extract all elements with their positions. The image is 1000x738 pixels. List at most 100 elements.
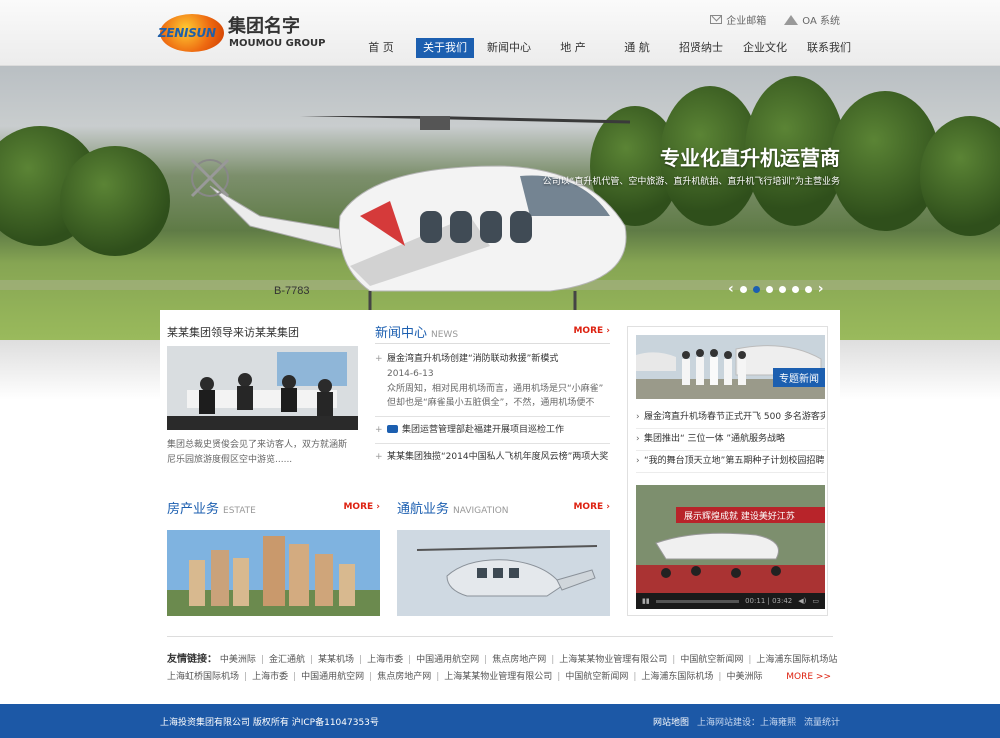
friendly-link[interactable]: 金汇通航 bbox=[269, 655, 305, 665]
friendly-link[interactable]: 某某机场 bbox=[318, 655, 354, 665]
nav-about[interactable]: 关于我们 bbox=[416, 38, 474, 58]
topic-news-photo[interactable]: 专题新闻 bbox=[636, 335, 825, 399]
topic-news-list: 履金湾直升机场春节正式开飞 500 多名游客实 集团推出“ 三位一体 ”通航服务… bbox=[636, 407, 825, 473]
friendly-link[interactable]: 上海浦东国际机场站 bbox=[756, 655, 837, 665]
buildings-image bbox=[167, 530, 380, 616]
estate-photo[interactable] bbox=[167, 530, 380, 616]
banner-title: 专业化直升机运营商 bbox=[660, 146, 840, 170]
friendly-link[interactable]: 焦点房地产网 bbox=[377, 672, 431, 682]
links-more-link[interactable]: MORE >> bbox=[786, 672, 831, 682]
friendly-link[interactable]: 中美洲际 bbox=[220, 655, 256, 665]
traffic-stats-link[interactable]: 流量统计 bbox=[804, 715, 840, 728]
sitemap-link[interactable]: 网站地图 bbox=[653, 715, 689, 728]
link-separator: | bbox=[244, 672, 248, 682]
topic-news-item[interactable]: 履金湾直升机场春节正式开飞 500 多名游客实 bbox=[636, 407, 825, 429]
video-player[interactable]: 展示辉煌成就 建设美好江苏 ▮▮ 00:11 | 03:42 ◀) ▭ bbox=[636, 485, 825, 609]
link-separator: | bbox=[309, 655, 313, 665]
aviation-section: 通航业务 NAVIGATION MORE › bbox=[397, 498, 610, 616]
company-name-en: MOUMOU GROUP bbox=[229, 38, 326, 49]
friendly-link[interactable]: 上海虹桥国际机场 bbox=[167, 672, 239, 682]
friendly-link[interactable]: 中美洲际 bbox=[726, 672, 762, 682]
friendly-link[interactable]: 上海市委 bbox=[367, 655, 403, 665]
footer-links: 网站地图 上海网站建设：上海雍熙 流量统计 bbox=[653, 715, 840, 728]
mail-icon bbox=[710, 15, 723, 24]
topic-news-item[interactable]: “我的舞台顶天立地”第五期种子计划校园招聘 bbox=[636, 451, 825, 473]
aviation-photo[interactable] bbox=[397, 530, 610, 616]
banner-subtitle: 公司以“直升机代管、空中旅游、直升机航拍、直升机飞行培训”为主营业务 bbox=[542, 177, 840, 187]
volume-icon[interactable]: ◀) bbox=[798, 597, 806, 605]
video-frame-image: 展示辉煌成就 建设美好江苏 bbox=[636, 485, 825, 593]
friendly-link[interactable]: 上海某某物业管理有限公司 bbox=[444, 672, 552, 682]
lead-story-title[interactable]: 某某集团领导来访某某集团 bbox=[167, 324, 299, 340]
news-featured-title[interactable]: 履金湾直升机场创建“消防联动救援”新模式 bbox=[375, 352, 610, 366]
crew-photo-image bbox=[636, 335, 825, 399]
slide-dot[interactable] bbox=[791, 285, 799, 293]
registration-mark: B-7783 bbox=[274, 285, 309, 297]
slide-dot-active[interactable] bbox=[752, 285, 760, 293]
link-separator: | bbox=[484, 655, 488, 665]
slide-dot[interactable] bbox=[778, 285, 786, 293]
estate-section-header: 房产业务 ESTATE MORE › bbox=[167, 498, 380, 520]
friendly-link[interactable]: 中国通用航空网 bbox=[416, 655, 479, 665]
company-name-cn: 集团名字 bbox=[228, 16, 300, 37]
header: ZENISUN 集团名字 MOUMOU GROUP 企业邮箱 OA 系统 首 页… bbox=[0, 0, 1000, 66]
nav-aviation[interactable]: 通 航 bbox=[608, 38, 666, 58]
link-separator: | bbox=[633, 672, 637, 682]
link-separator: | bbox=[718, 672, 722, 682]
news-title: 新闻中心 bbox=[375, 326, 428, 341]
site-builder-link[interactable]: 上海网站建设：上海雍熙 bbox=[697, 715, 796, 728]
slide-controls: ‹ › bbox=[728, 282, 824, 296]
oa-system-link[interactable]: OA 系统 bbox=[784, 12, 840, 27]
friendly-link[interactable]: 焦点房地产网 bbox=[492, 655, 546, 665]
estate-title-en: ESTATE bbox=[223, 506, 256, 516]
nav-contact[interactable]: 联系我们 bbox=[800, 38, 858, 58]
nav-culture[interactable]: 企业文化 bbox=[736, 38, 794, 58]
nav-news[interactable]: 新闻中心 bbox=[480, 38, 538, 58]
aviation-more-label: MORE bbox=[573, 502, 604, 512]
links-row: 上海虹桥国际机场 | 上海市委 | 中国通用航空网 | 焦点房地产网 | 上海某某物业管理有限公… bbox=[167, 669, 833, 686]
news-list-item[interactable]: 某某集团独揽“2014中国私人飞机年度风云榜”两项大奖 bbox=[375, 450, 610, 464]
link-separator: | bbox=[260, 655, 264, 665]
topic-news-item[interactable]: 集团推出“ 三位一体 ”通航服务战略 bbox=[636, 429, 825, 451]
chevron-left-icon[interactable]: ‹ bbox=[728, 282, 734, 296]
news-section-header: 新闻中心 NEWS MORE › bbox=[375, 322, 610, 344]
lead-story-summary: 集团总裁史贤俊会见了来访客人，双方就涵斯尼乐园旅游度假区空中游览...... bbox=[167, 440, 348, 465]
video-progress-bar[interactable] bbox=[655, 599, 740, 603]
friendly-link[interactable]: 上海某某物业管理有限公司 bbox=[559, 655, 667, 665]
video-time: 00:11 | 03:42 bbox=[745, 597, 793, 605]
friendly-link[interactable]: 中国航空新闻网 bbox=[680, 655, 743, 665]
slide-dot[interactable] bbox=[765, 285, 773, 293]
link-separator: | bbox=[293, 672, 297, 682]
friendly-link[interactable]: 中国航空新闻网 bbox=[565, 672, 628, 682]
aviation-more-link[interactable]: MORE › bbox=[573, 502, 610, 512]
nav-careers[interactable]: 招贤纳士 bbox=[672, 38, 730, 58]
news-title-en: NEWS bbox=[431, 330, 459, 340]
topic-news-panel: 专题新闻 履金湾直升机场春节正式开飞 500 多名游客实 集团推出“ 三位一体 … bbox=[627, 326, 828, 616]
slide-dot[interactable] bbox=[739, 285, 747, 293]
links-row: 友情链接： 中美洲际 | 金汇通航 | 某某机场 | 上海市委 | 中国通用航空网 | 焦点房地产网… bbox=[167, 651, 837, 669]
estate-more-link[interactable]: MORE › bbox=[343, 502, 380, 512]
slide-dot[interactable] bbox=[804, 285, 812, 293]
news-list: 履金湾直升机场创建“消防联动救援”新模式 2014-6-13 众所周知，相对民用… bbox=[375, 352, 610, 464]
friendly-link[interactable]: 上海市委 bbox=[252, 672, 288, 682]
news-list-item[interactable]: 集团运营管理部赴福建开展项目巡检工作 bbox=[375, 423, 610, 437]
news-more-label: MORE bbox=[573, 326, 604, 336]
link-separator: | bbox=[359, 655, 363, 665]
topic-news-badge: 专题新闻 bbox=[773, 368, 825, 387]
play-icon[interactable]: ▮▮ bbox=[642, 597, 650, 605]
enterprise-mail-link[interactable]: 企业邮箱 bbox=[710, 12, 766, 27]
aviation-section-header: 通航业务 NAVIGATION MORE › bbox=[397, 498, 610, 520]
nav-home[interactable]: 首 页 bbox=[352, 38, 410, 58]
nav-real-estate[interactable]: 地 产 bbox=[544, 38, 602, 58]
aviation-title-en: NAVIGATION bbox=[453, 506, 509, 516]
hero-banner: B-7783 专业化直升机运营商 公司以“直升机代管、空中旅游、直升机航拍、直升… bbox=[0, 66, 1000, 340]
friendly-link[interactable]: 上海浦东国际机场 bbox=[641, 672, 713, 682]
chevron-right-icon[interactable]: › bbox=[818, 282, 824, 296]
logo[interactable]: ZENISUN 集团名字 MOUMOU GROUP bbox=[158, 10, 325, 56]
news-more-link[interactable]: MORE › bbox=[573, 326, 610, 336]
divider bbox=[375, 443, 610, 444]
helicopter-image: B-7783 bbox=[190, 116, 631, 340]
lead-story-photo[interactable] bbox=[167, 346, 358, 430]
fullscreen-icon[interactable]: ▭ bbox=[812, 597, 819, 605]
friendly-link[interactable]: 中国通用航空网 bbox=[301, 672, 364, 682]
